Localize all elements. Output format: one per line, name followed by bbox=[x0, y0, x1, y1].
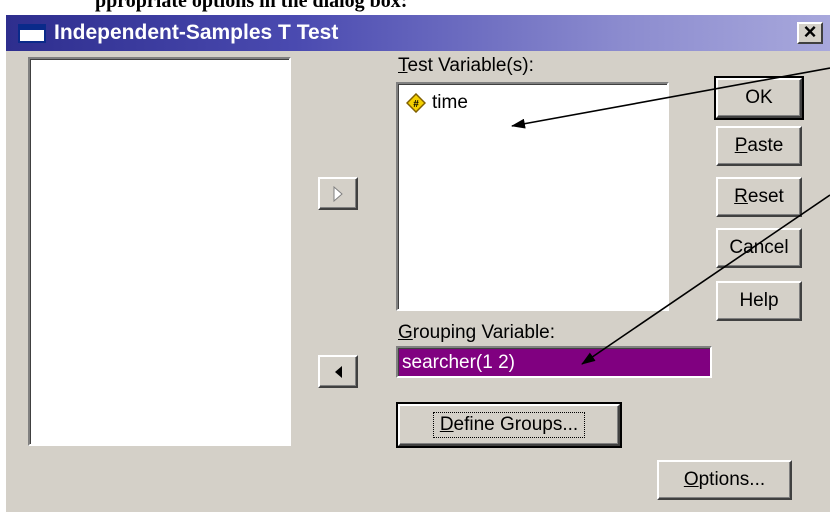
annotation-arrows bbox=[511, 67, 830, 365]
arrow-to-test-variable bbox=[511, 67, 830, 129]
arrow-to-grouping-variable bbox=[581, 194, 830, 365]
